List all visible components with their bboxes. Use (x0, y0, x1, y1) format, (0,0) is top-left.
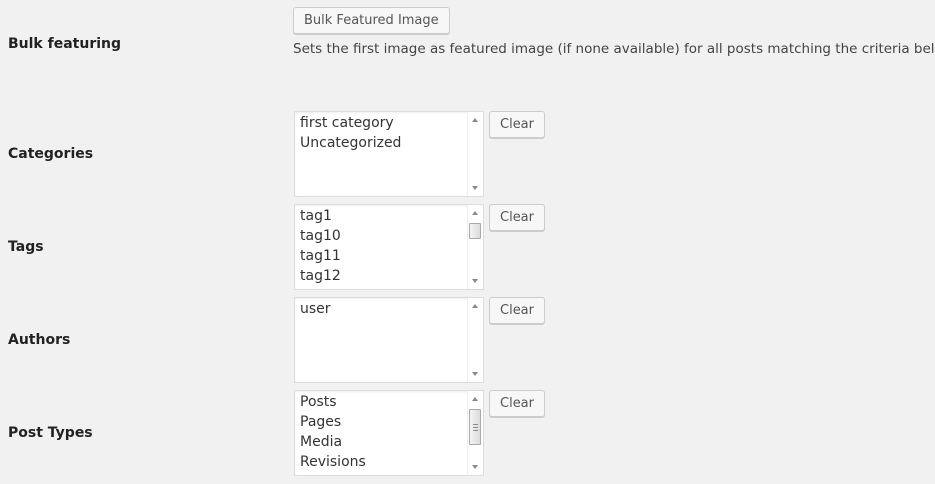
authors-label: Authors (8, 332, 71, 348)
scroll-up-icon[interactable] (472, 397, 478, 401)
scroll-thumb[interactable] (469, 409, 481, 445)
bulk-featuring-label: Bulk featuring (8, 36, 122, 52)
tags-clear-button[interactable]: Clear (489, 204, 545, 231)
scroll-up-icon[interactable] (472, 118, 478, 122)
categories-select[interactable]: first category Uncategorized (294, 111, 484, 197)
list-item[interactable]: first category (300, 113, 483, 133)
categories-scrollbar[interactable] (467, 112, 483, 196)
scroll-down-icon[interactable] (472, 186, 478, 190)
bulk-featured-image-button[interactable]: Bulk Featured Image (293, 7, 450, 34)
scroll-down-icon[interactable] (472, 465, 478, 469)
list-item[interactable]: Revisions (300, 452, 483, 472)
tags-label: Tags (8, 239, 44, 255)
list-item[interactable]: Posts (300, 392, 483, 412)
tags-scrollbar[interactable] (467, 205, 483, 289)
bulk-featuring-description: Sets the first image as featured image (… (293, 41, 935, 57)
authors-clear-button[interactable]: Clear (489, 297, 545, 324)
list-item[interactable]: Uncategorized (300, 133, 483, 153)
list-item[interactable]: Pages (300, 412, 483, 432)
list-item[interactable]: tag1 (300, 206, 483, 226)
categories-label: Categories (8, 146, 94, 162)
post-types-clear-button[interactable]: Clear (489, 390, 545, 417)
authors-select[interactable]: user (294, 297, 484, 383)
post-types-select[interactable]: Posts Pages Media Revisions (294, 390, 484, 476)
scroll-down-icon[interactable] (472, 372, 478, 376)
post-types-label: Post Types (8, 425, 93, 441)
list-item[interactable]: tag12 (300, 266, 483, 286)
scroll-up-icon[interactable] (472, 304, 478, 308)
scroll-up-icon[interactable] (472, 211, 478, 215)
categories-clear-button[interactable]: Clear (489, 111, 545, 138)
scroll-down-icon[interactable] (472, 279, 478, 283)
authors-scrollbar[interactable] (467, 298, 483, 382)
post-types-scrollbar[interactable] (467, 391, 483, 475)
list-item[interactable]: Media (300, 432, 483, 452)
tags-select[interactable]: tag1 tag10 tag11 tag12 (294, 204, 484, 290)
scroll-thumb[interactable] (469, 223, 481, 239)
list-item[interactable]: tag11 (300, 246, 483, 266)
list-item[interactable]: user (300, 299, 483, 319)
list-item[interactable]: tag10 (300, 226, 483, 246)
